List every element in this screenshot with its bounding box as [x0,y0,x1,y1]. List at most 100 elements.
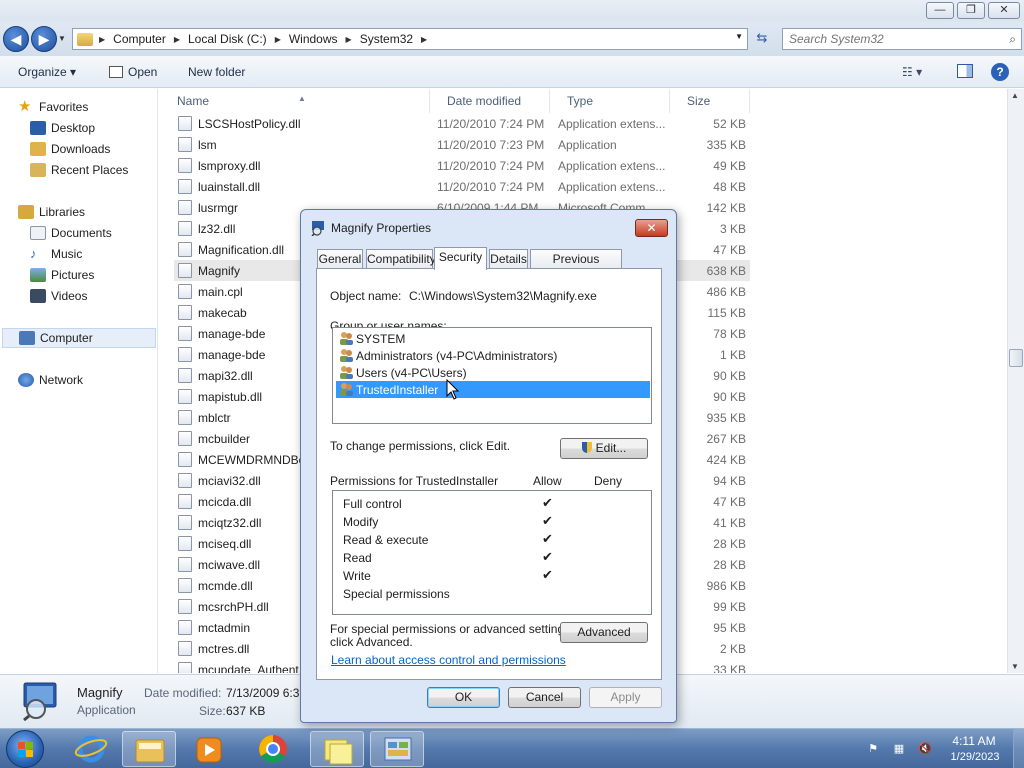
address-row: ◀ ▶ ▼ ▶ Computer ▶ Local Disk (C:) ▶ Win… [0,22,1024,56]
new-folder-button[interactable]: New folder [188,65,245,79]
address-bar[interactable]: ▶ Computer ▶ Local Disk (C:) ▶ Windows ▶… [72,28,748,50]
help-button[interactable]: ? [991,63,1009,81]
group-item-administrators[interactable]: Administrators (v4-PC\Administrators) [336,347,650,364]
file-name: mciwave.dll [198,558,261,572]
tab-previous-versions[interactable]: Previous Versions [530,249,622,284]
scroll-thumb[interactable] [1009,349,1023,367]
nav-computer[interactable]: Computer [2,328,156,348]
search-box[interactable]: ⌕ [782,28,1022,50]
nav-documents[interactable]: Documents [30,223,112,243]
edit-button[interactable]: Edit... [560,438,648,459]
cancel-button[interactable]: Cancel [508,687,581,708]
nav-music[interactable]: ♪ Music [30,244,82,264]
vertical-scrollbar[interactable]: ▲ ▼ [1007,89,1024,673]
nav-favorites[interactable]: ★ Favorites [18,97,88,117]
magnify-app-icon [311,221,324,236]
learn-access-control-link[interactable]: Learn about access control and permissio… [331,653,566,667]
file-row[interactable]: LSCSHostPolicy.dll 11/20/2010 7:24 PM Appl… [174,113,750,134]
explorer-titlebar[interactable]: — ❐ ✕ [0,0,1024,22]
clock-time[interactable]: 4:11 AM [950,734,998,748]
taskbar-control-panel[interactable] [370,731,424,767]
clock-date[interactable]: 1/29/2023 [946,751,1004,763]
search-input[interactable] [783,29,993,49]
file-name: mciqtz32.dll [198,516,262,530]
ok-button[interactable]: OK [427,687,500,708]
nav-libraries[interactable]: Libraries [18,202,85,222]
open-icon [109,66,123,78]
column-type[interactable]: Type [550,89,670,113]
refresh-button[interactable]: ⇆ [752,30,772,48]
desktop-icon [30,121,46,135]
file-name: luainstall.dll [198,180,261,194]
apply-button[interactable]: Apply [589,687,662,708]
chevron-right-icon[interactable]: ▶ [421,35,427,44]
close-button[interactable]: ✕ [988,2,1020,19]
scroll-down-icon[interactable]: ▼ [1011,662,1019,671]
navigation-pane: ★ Favorites Desktop Downloads Recent Plac… [0,89,158,673]
show-desktop-button[interactable] [1013,729,1024,768]
dialog-close-button[interactable]: ✕ [635,219,668,237]
breadcrumb-system32[interactable]: System32 [360,32,413,46]
file-size: 2 KB [719,642,746,656]
taskbar-internet-explorer[interactable] [64,731,118,767]
action-center-flag-icon[interactable]: ⚑ [866,742,880,756]
tab-compatibility[interactable]: Compatibility [366,249,436,269]
chevron-down-icon[interactable]: ▼ [735,32,743,41]
group-item-system[interactable]: SYSTEM [336,330,650,347]
search-icon[interactable]: ⌕ [1009,32,1016,47]
minimize-button[interactable]: — [926,2,954,19]
column-name[interactable]: Name ▲ [160,89,430,113]
forward-button[interactable]: ▶ [31,26,57,52]
group-item-trustedinstaller[interactable]: TrustedInstaller [336,381,650,398]
breadcrumb-local-disk[interactable]: Local Disk (C:) [188,32,267,46]
permissions-list: Full control ✔ Modify ✔ Read & execute ✔ Re… [332,490,652,615]
nav-recent-places[interactable]: Recent Places [30,160,128,180]
start-button[interactable] [6,730,44,768]
group-item-users[interactable]: Users (v4-PC\Users) [336,364,650,381]
file-row[interactable]: lsm 11/20/2010 7:23 PM Application 335 KB [174,134,750,155]
permission-read: Read ✔ [343,549,643,567]
taskbar-media-player[interactable] [182,731,236,767]
nav-desktop[interactable]: Desktop [30,118,95,138]
file-icon [178,200,192,215]
chevron-right-icon[interactable]: ▶ [99,35,105,44]
file-name: Magnify [198,264,241,278]
scroll-up-icon[interactable]: ▲ [1011,91,1019,100]
uac-shield-icon [581,442,592,453]
taskbar-chrome[interactable] [246,731,300,767]
organize-button[interactable]: Organize ▾ [18,65,76,79]
chevron-right-icon[interactable]: ▶ [174,35,180,44]
recent-places-icon [30,163,46,177]
tab-details[interactable]: Details [489,249,528,269]
taskbar-sticky-notes[interactable] [310,731,364,767]
nav-pictures[interactable]: Pictures [30,265,94,285]
column-date-modified[interactable]: Date modified [430,89,550,113]
back-button[interactable]: ◀ [3,26,29,52]
file-row[interactable]: lsmproxy.dll 11/20/2010 7:24 PM Applicatio… [174,155,750,176]
maximize-button[interactable]: ❐ [957,2,985,19]
chevron-right-icon[interactable]: ▶ [275,35,281,44]
file-row[interactable]: luainstall.dll 11/20/2010 7:24 PM Applicat… [174,176,750,197]
file-icon [178,431,192,446]
nav-network[interactable]: Network [18,370,83,390]
chevron-right-icon[interactable]: ▶ [346,35,352,44]
group-user-list[interactable]: SYSTEM Administrators (v4-PC\Administrat… [332,327,652,424]
change-view-button[interactable]: ☷ ▾ [902,65,922,79]
breadcrumb-windows[interactable]: Windows [289,32,338,46]
volume-muted-icon[interactable]: 🔇 [918,742,932,756]
column-size[interactable]: Size [670,89,750,113]
tab-security[interactable]: Security [434,247,487,270]
nav-videos[interactable]: Videos [30,286,87,306]
breadcrumb-computer[interactable]: Computer [113,32,166,46]
network-status-icon[interactable]: ▦ [892,742,906,756]
preview-pane-icon[interactable] [957,64,973,78]
open-label: Open [128,65,158,79]
nav-downloads[interactable]: Downloads [30,139,110,159]
recent-pages-dropdown[interactable]: ▼ [58,34,68,44]
details-file-type: Application [77,703,136,717]
advanced-button[interactable]: Advanced [560,622,648,643]
tab-general[interactable]: General [317,249,363,269]
taskbar-explorer[interactable] [122,731,176,767]
open-button[interactable]: Open [109,65,157,79]
file-icon [178,368,192,383]
